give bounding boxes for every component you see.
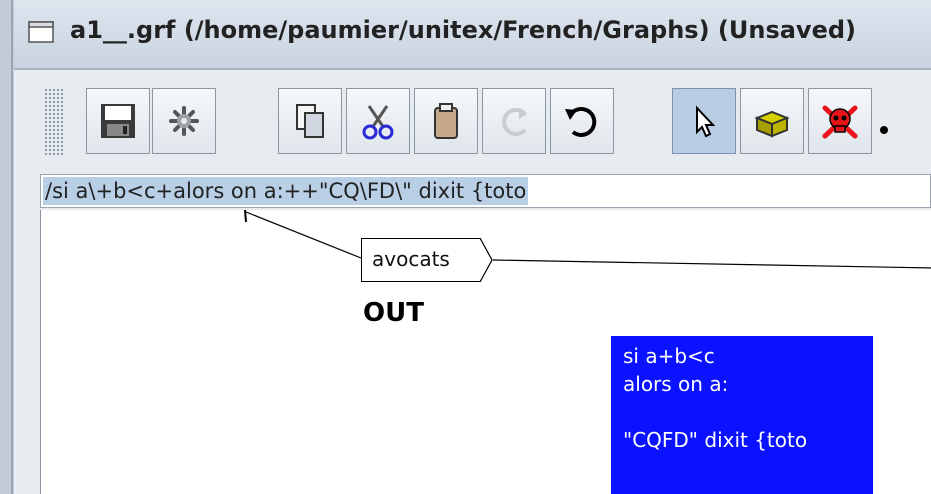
paste-button[interactable]	[414, 88, 478, 154]
gear-icon	[169, 106, 199, 136]
box-output-label: OUT	[363, 298, 424, 328]
copy-icon	[296, 104, 324, 138]
box-label: avocats	[372, 247, 450, 271]
copy-button[interactable]	[278, 88, 342, 154]
comment-line: "CQFD" dixit {toto	[623, 428, 808, 452]
comment-line	[623, 398, 873, 426]
title-bar[interactable]: a1__.grf (/home/paumier/unitex/French/Gr…	[14, 0, 931, 70]
compile-button[interactable]	[152, 88, 216, 154]
redo-button[interactable]	[482, 88, 546, 154]
box-content-text: /si a\+b<c+alors on a:++"CQ\FD\" dixit {…	[43, 177, 529, 205]
toolbar	[36, 82, 931, 160]
save-icon	[101, 104, 135, 138]
window-title: a1__.grf (/home/paumier/unitex/French/Gr…	[70, 16, 856, 44]
undo-icon	[565, 106, 597, 137]
open-box-icon	[754, 110, 790, 138]
graph-canvas[interactable]: avocats OUT si a+b<c alors on a: "CQFD" di…	[40, 210, 931, 494]
save-button[interactable]	[86, 88, 150, 154]
scissors-icon	[362, 105, 394, 140]
comment-box[interactable]: si a+b<c alors on a: "CQFD" dixit {toto	[611, 336, 873, 494]
open-box-button[interactable]	[740, 88, 804, 154]
box-content-field[interactable]: /si a\+b<c+alors on a:++"CQ\FD\" dixit {…	[40, 174, 931, 208]
graph-editor-window: a1__.grf (/home/paumier/unitex/French/Gr…	[14, 0, 931, 494]
select-tool-button[interactable]	[672, 88, 736, 154]
arrow-pointer-icon	[696, 105, 716, 138]
toolbar-more-icon[interactable]	[876, 88, 931, 154]
cut-button[interactable]	[346, 88, 410, 154]
window-icon	[28, 21, 54, 43]
toolbar-grip[interactable]	[44, 88, 64, 156]
kill-box-button[interactable]	[808, 88, 872, 154]
box-arrow-icon	[479, 238, 493, 282]
graph-box-avocats[interactable]: avocats	[361, 238, 481, 282]
redo-icon	[502, 108, 527, 136]
skull-icon	[822, 105, 858, 139]
clipboard-icon	[434, 103, 458, 139]
window-frame-left	[0, 0, 14, 494]
undo-button[interactable]	[550, 88, 614, 154]
comment-line: alors on a:	[623, 372, 729, 396]
comment-line: si a+b<c	[623, 344, 715, 368]
